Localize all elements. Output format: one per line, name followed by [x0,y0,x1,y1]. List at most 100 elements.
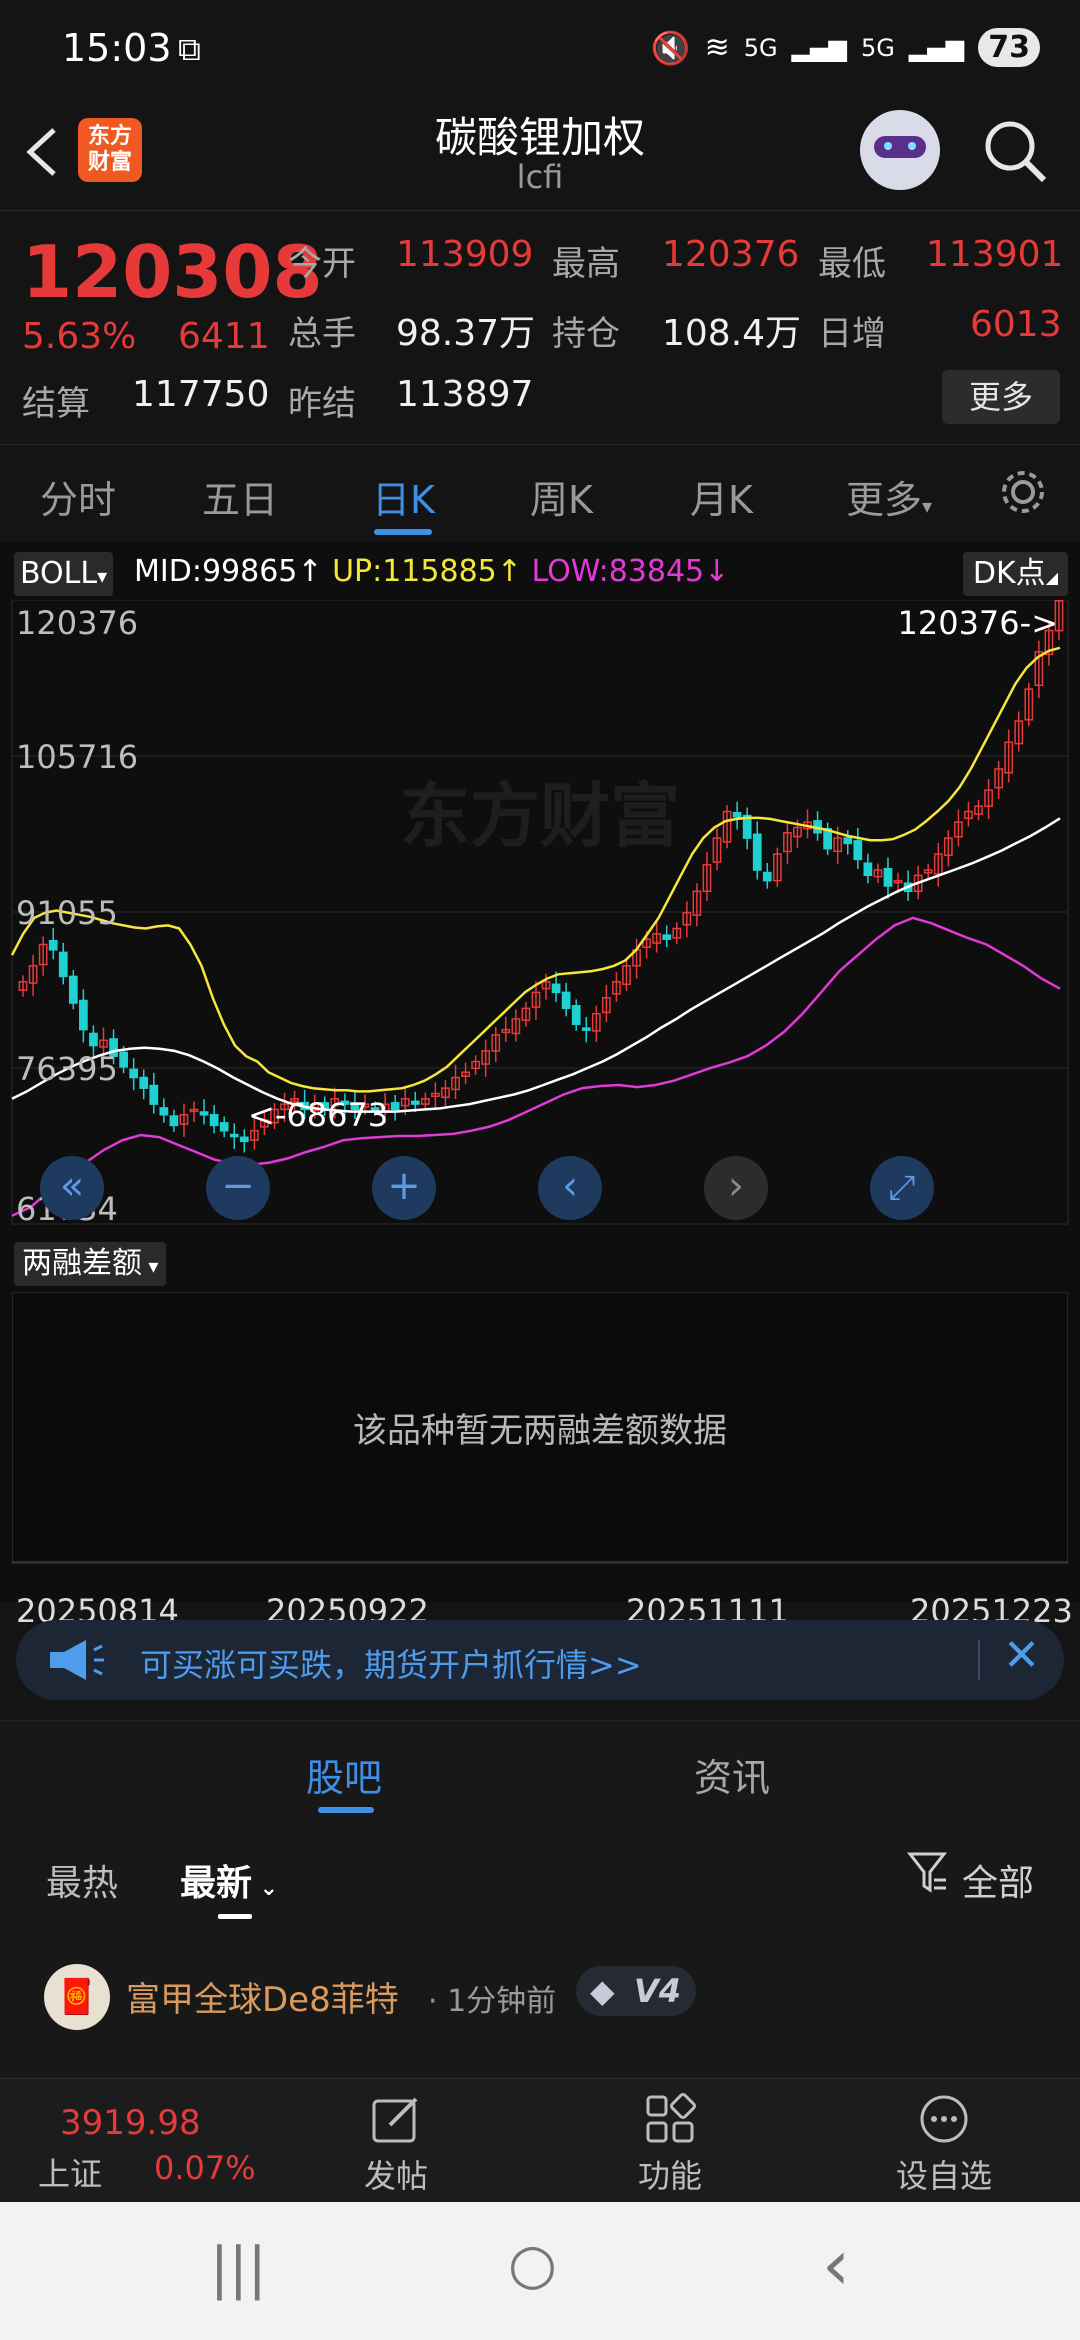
tab-forum[interactable]: 股吧 [306,1747,382,1802]
tab-more[interactable]: 更多▾ [846,469,932,524]
tab-monthly-k[interactable]: 月K [690,469,753,524]
boll-up-line [10,646,1061,1093]
candle-body [199,1111,209,1116]
indicator-selector[interactable]: BOLL▾ [14,552,114,596]
sub-indicator-selector[interactable]: 两融差额 ▾ [14,1242,167,1286]
functions-label: 功能 [637,2157,702,2195]
tab-intraday[interactable]: 分时 [40,469,116,524]
high-value: 120376 [662,234,800,275]
open-value: 113909 [396,234,534,275]
level-badge: ◆ V4 [576,1966,696,2016]
tab-daily-k[interactable]: 日K [372,469,435,524]
zoom-out-button[interactable]: − [206,1156,270,1220]
daily-increase-value: 6013 [970,304,1062,345]
diamond-icon: ◆ [590,1972,615,2010]
y-tick-label: 76395 [16,1050,118,1088]
x-axis-ticks [12,1561,1068,1563]
candle-body [551,983,561,994]
tab-news[interactable]: 资讯 [694,1747,770,1802]
candle-body [139,1076,149,1089]
low-label: 最低 [818,244,886,284]
index-value[interactable]: 3919.98 [60,2103,201,2143]
candle-body [662,934,672,940]
filter-all[interactable]: 全部 [962,1854,1034,1906]
double-chevron-left-icon: « [59,1163,85,1209]
scroll-to-start-button[interactable]: « [40,1156,104,1220]
post-item[interactable]: 🧧 富甲全球De8菲特 · 1分钟前 ◆ V4 [0,1922,1080,2078]
open-interest-value: 108.4万 [662,313,802,354]
y-tick-label: 105716 [16,738,138,776]
chevron-right-icon: › [728,1163,744,1209]
back-icon[interactable]: ‹ [822,2224,850,2306]
banner-text[interactable]: 可买涨可买跌，期货开户抓行情>> [140,1640,642,1686]
volume-value: 98.37万 [396,313,536,354]
candle-body [752,833,762,871]
index-name[interactable]: 上证 [38,2149,102,2195]
post-button[interactable]: 发帖 [326,2093,466,2197]
robot-assistant-icon[interactable] [860,110,940,190]
volume-label: 总手 [288,314,356,354]
dk-point-toggle[interactable]: DK点◢ [962,552,1068,596]
candle-body [159,1107,169,1116]
indicator-values: MID:99865↑ UP:115885↑ LOW:83845↓ [134,554,729,589]
candle-body [68,975,78,1004]
fullscreen-button[interactable]: ⤢ [870,1156,934,1220]
signal-5g-label-2: 5G [861,33,895,62]
sub-indicator-name: 两融差额 [22,1246,142,1281]
active-tab-underline [318,1807,374,1813]
kline-chart-area[interactable]: BOLL▾ MID:99865↑ UP:115885↑ LOW:83845↓ D… [0,542,1080,1630]
settle-label: 结算 [22,384,90,424]
kline-svg: 东方财富120376105716910557639561734120376-><… [10,600,1069,1228]
y-tick-label: 91055 [16,894,118,932]
avatar[interactable]: 🧧 [44,1964,110,2030]
recent-apps-icon[interactable]: ||| [210,2236,267,2301]
post-time: · 1分钟前 [428,1984,557,2019]
corner-triangle-icon: ◢ [1045,568,1058,587]
change-amount: 6411 [178,316,270,357]
filter-icon[interactable] [906,1850,950,1898]
functions-button[interactable]: 功能 [600,2093,740,2197]
community-tabs: 股吧 资讯 [0,1720,1080,1821]
candle-body [571,1005,581,1026]
post-filters: 最热 最新 ⌄ 全部 [0,1822,1080,1922]
indicator-name: BOLL [20,556,98,591]
max-price-label: 120376-> [897,604,1058,642]
status-bar: 15:03 ⧉ 🔇 ≋ 5G ▂▄▆ 5G ▂▄▆ 73 [0,0,1080,100]
post-author[interactable]: 富甲全球De8菲特 [126,1972,399,2021]
search-icon[interactable] [982,118,1050,186]
tab-five-day[interactable]: 五日 [202,469,278,524]
zoom-in-button[interactable]: + [372,1156,436,1220]
active-tab-underline [374,529,432,535]
status-icons: 🔇 ≋ 5G ▂▄▆ 5G ▂▄▆ 73 [651,28,1040,67]
add-watchlist-button[interactable]: 设自选 [874,2093,1014,2197]
candle-body [169,1115,179,1127]
close-icon[interactable]: ✕ [1003,1630,1040,1681]
home-icon[interactable]: ○ [508,2232,557,2297]
candle-body [581,1027,591,1031]
signal-5g-label: 5G [743,33,778,62]
candle-body [410,1100,420,1105]
candle-body [239,1136,249,1143]
prev-settle-label: 昨结 [288,384,356,424]
change-percent: 5.63% [22,316,137,357]
gear-icon[interactable] [996,465,1050,519]
bottom-toolbar: 3919.98 上证 0.07% 发帖 功能 设自选 [0,2078,1080,2203]
system-nav-bar: ||| ○ ‹ [0,2202,1080,2340]
promo-banner[interactable]: 可买涨可买跌，期货开户抓行情>> ✕ [16,1620,1064,1700]
scroll-right-button[interactable]: › [704,1156,768,1220]
battery-icon: 73 [978,28,1040,67]
edit-icon [372,2097,418,2143]
y-tick-label: 120376 [16,604,138,642]
candle-body [149,1084,159,1105]
megaphone-icon [50,1640,104,1680]
signal-bars-icon: ▂▄▆ [791,33,847,62]
scroll-left-button[interactable]: ‹ [538,1156,602,1220]
filter-hot[interactable]: 最热 [46,1854,118,1906]
more-quote-button[interactable]: 更多 [942,370,1060,424]
candle-body [732,812,742,818]
candle-body [883,867,893,887]
filter-latest[interactable]: 最新 ⌄ [180,1854,278,1906]
tab-weekly-k[interactable]: 周K [530,469,593,524]
candle-body [863,862,873,877]
chevron-down-icon: ▾ [922,494,933,518]
